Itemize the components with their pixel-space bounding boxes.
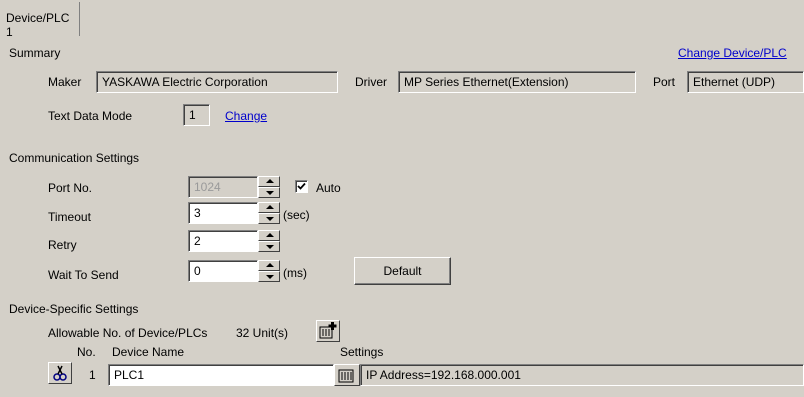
timeout-label: Timeout <box>48 210 91 224</box>
spin-up-icon[interactable] <box>258 202 280 213</box>
spin-down-icon[interactable] <box>258 271 280 282</box>
row-no: 1 <box>89 368 96 382</box>
device-settings-icon <box>338 369 354 383</box>
retry-input[interactable]: 2 <box>188 230 258 252</box>
settings-button[interactable] <box>334 364 360 386</box>
spin-up-icon[interactable] <box>258 176 280 187</box>
add-device-button[interactable] <box>316 320 340 342</box>
device-name-input[interactable]: PLC1 <box>108 364 334 386</box>
tab-strip: Device/PLC 1 <box>0 0 804 39</box>
driver-field: MP Series Ethernet(Extension) <box>398 71 636 93</box>
device-settings-heading: Device-Specific Settings <box>9 302 139 316</box>
spin-down-icon[interactable] <box>258 187 280 198</box>
col-device-name-header: Device Name <box>112 345 185 359</box>
default-button[interactable]: Default <box>354 257 451 285</box>
timeout-unit: (sec) <box>283 208 310 222</box>
port-no-input[interactable]: 1024 <box>188 176 258 198</box>
spin-down-icon[interactable] <box>258 241 280 252</box>
settings-panel: Device/PLC 1 Summary Change Device/PLC M… <box>0 0 804 397</box>
summary-heading: Summary <box>9 46 61 60</box>
allowable-label: Allowable No. of Device/PLCs <box>48 326 208 340</box>
port-label: Port <box>653 75 676 89</box>
port-no-spinner[interactable] <box>258 176 280 198</box>
allowable-value: 32 Unit(s) <box>236 326 289 340</box>
text-data-mode-field: 1 <box>183 104 210 126</box>
scissors-icon <box>53 365 67 381</box>
timeout-input[interactable]: 3 <box>188 202 258 224</box>
spin-up-icon[interactable] <box>258 230 280 241</box>
tab-label: Device/PLC 1 <box>6 11 70 39</box>
col-settings-header: Settings <box>340 345 384 359</box>
change-link[interactable]: Change <box>225 109 267 123</box>
retry-spinner[interactable] <box>258 230 280 252</box>
spin-down-icon[interactable] <box>258 213 280 224</box>
wait-to-send-label: Wait To Send <box>48 268 119 282</box>
maker-label: Maker <box>48 75 82 89</box>
text-data-mode-label: Text Data Mode <box>48 109 133 123</box>
timeout-spinner[interactable] <box>258 202 280 224</box>
comm-settings-heading: Communication Settings <box>9 151 140 165</box>
checkmark-icon <box>297 182 306 190</box>
driver-label: Driver <box>355 75 387 89</box>
maker-field: YASKAWA Electric Corporation <box>96 71 338 93</box>
port-no-label: Port No. <box>48 181 93 195</box>
auto-label: Auto <box>316 181 341 195</box>
cut-button[interactable] <box>48 362 72 384</box>
add-device-icon <box>319 322 337 339</box>
change-device-plc-link[interactable]: Change Device/PLC <box>678 46 787 60</box>
port-field: Ethernet (UDP) <box>687 71 804 93</box>
settings-field: IP Address=192.168.000.001 <box>360 364 804 386</box>
wait-to-send-unit: (ms) <box>283 266 307 280</box>
auto-checkbox[interactable] <box>295 180 308 193</box>
wait-to-send-input[interactable]: 0 <box>188 260 258 282</box>
col-no-header: No. <box>77 345 96 359</box>
tab-device-plc-1[interactable]: Device/PLC 1 <box>0 2 80 39</box>
spin-up-icon[interactable] <box>258 260 280 271</box>
wait-to-send-spinner[interactable] <box>258 260 280 282</box>
retry-label: Retry <box>48 238 77 252</box>
